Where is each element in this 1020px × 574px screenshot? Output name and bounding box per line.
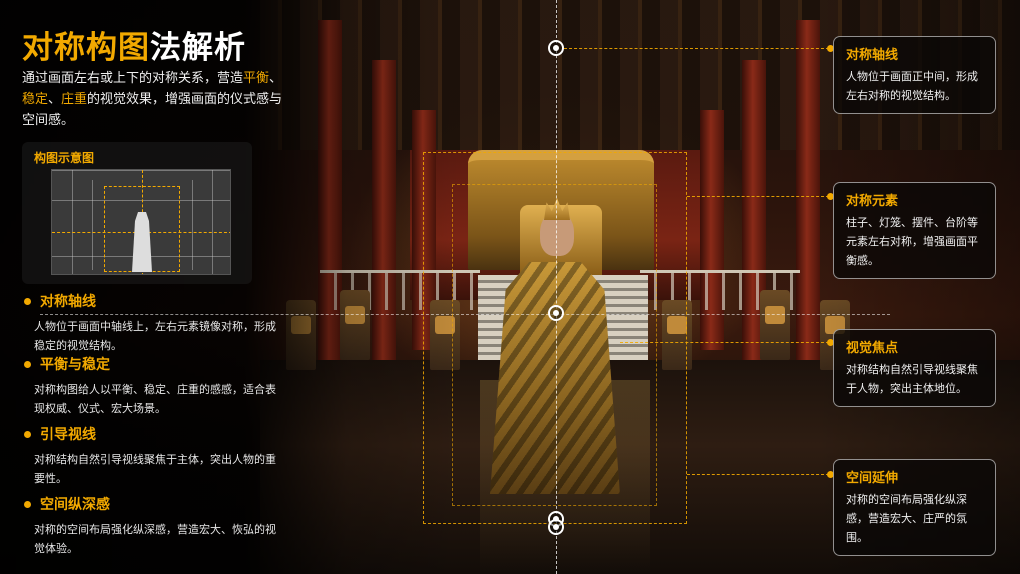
intro-text: 通过画面左右或上下的对称关系，营造平衡、稳定、庄重的视觉效果，增强画面的仪式感与…	[22, 68, 284, 131]
diagram-figure-silhouette	[132, 212, 152, 272]
point-text: 人物位于画面中轴线上，左右元素镜像对称，形成稳定的视觉结构。	[34, 320, 276, 352]
inner-frame-guide	[452, 184, 657, 506]
callout-title: 对称轴线	[846, 48, 899, 63]
connector-axis	[564, 48, 829, 49]
bullet-icon	[24, 360, 31, 368]
intro-sep1: 、	[269, 71, 283, 86]
point-balance-stability: 平衡与稳定 对称构图给人以平衡、稳定、庄重的感感，适合表现权威、仪式、宏大场景。	[24, 354, 284, 418]
point-title: 平衡与稳定	[40, 357, 110, 373]
point-heading: 平衡与稳定	[24, 354, 284, 374]
axis-target-bottom-2	[548, 519, 564, 535]
page-title-highlight: 对称构图	[22, 30, 150, 66]
point-text: 对称结构自然引导视线聚焦于主体，突出人物的重要性。	[34, 453, 276, 485]
point-heading: 对称轴线	[24, 291, 284, 311]
page-title-rest: 法解析	[150, 30, 246, 66]
callout-title: 对称元素	[846, 194, 899, 209]
callout-symmetric-elements: 对称元素 柱子、灯笼、摆件、台阶等元素左右对称，增强画面平衡感。	[833, 182, 996, 279]
axis-target-top	[548, 40, 564, 56]
diagram-title: 构图示意图	[34, 151, 95, 165]
bullet-icon	[24, 297, 31, 305]
connector-focus	[620, 342, 829, 343]
point-spatial-depth: 空间纵深感 对称的空间布局强化纵深感，营造宏大、恢弘的视觉体验。	[24, 494, 284, 558]
diagram-line	[72, 170, 73, 274]
intro-highlight-stable: 稳定	[22, 92, 49, 107]
connector-depth	[687, 474, 829, 475]
page-title: 对称构图法解析	[22, 22, 246, 67]
connector-elements	[687, 196, 829, 197]
diagram-line	[212, 170, 213, 274]
point-heading: 引导视线	[24, 424, 284, 444]
callout-title: 空间延伸	[846, 471, 899, 486]
callout-text: 柱子、灯笼、摆件、台阶等元素左右对称，增强画面平衡感。	[846, 216, 978, 267]
bullet-icon	[24, 430, 31, 438]
callout-text: 对称的空间布局强化纵深感，营造宏大、庄严的氛围。	[846, 493, 967, 544]
callout-text: 对称结构自然引导视线聚焦于人物，突出主体地位。	[846, 363, 978, 395]
point-heading: 空间纵深感	[24, 494, 284, 514]
callout-title: 视觉焦点	[846, 341, 899, 356]
point-symmetry-axis: 对称轴线 人物位于画面中轴线上，左右元素镜像对称，形成稳定的视觉结构。	[24, 291, 284, 355]
point-title: 引导视线	[40, 427, 96, 443]
point-text: 对称的空间布局强化纵深感，营造宏大、恢弘的视觉体验。	[34, 523, 276, 555]
callout-spatial-extension: 空间延伸 对称的空间布局强化纵深感，营造宏大、庄严的氛围。	[833, 459, 996, 556]
bullet-icon	[24, 500, 31, 508]
diagram-thumbnail	[51, 169, 231, 275]
point-title: 对称轴线	[40, 294, 96, 310]
point-guide-sight: 引导视线 对称结构自然引导视线聚焦于主体，突出人物的重要性。	[24, 424, 284, 488]
intro-part1: 通过画面左右或上下的对称关系，营造	[22, 71, 244, 86]
axis-target-center	[548, 305, 564, 321]
point-title: 空间纵深感	[40, 497, 110, 513]
point-text: 对称构图给人以平衡、稳定、庄重的感感，适合表现权威、仪式、宏大场景。	[34, 383, 276, 415]
intro-highlight-balance: 平衡	[243, 71, 270, 86]
composition-diagram-panel: 构图示意图	[22, 142, 252, 284]
intro-highlight-solemn: 庄重	[61, 92, 88, 107]
callout-symmetry-axis: 对称轴线 人物位于画面正中间，形成左右对称的视觉结构。	[833, 36, 996, 114]
callout-text: 人物位于画面正中间，形成左右对称的视觉结构。	[846, 70, 978, 102]
intro-sep2: 、	[48, 92, 62, 107]
callout-visual-focus: 视觉焦点 对称结构自然引导视线聚焦于人物，突出主体地位。	[833, 329, 996, 407]
